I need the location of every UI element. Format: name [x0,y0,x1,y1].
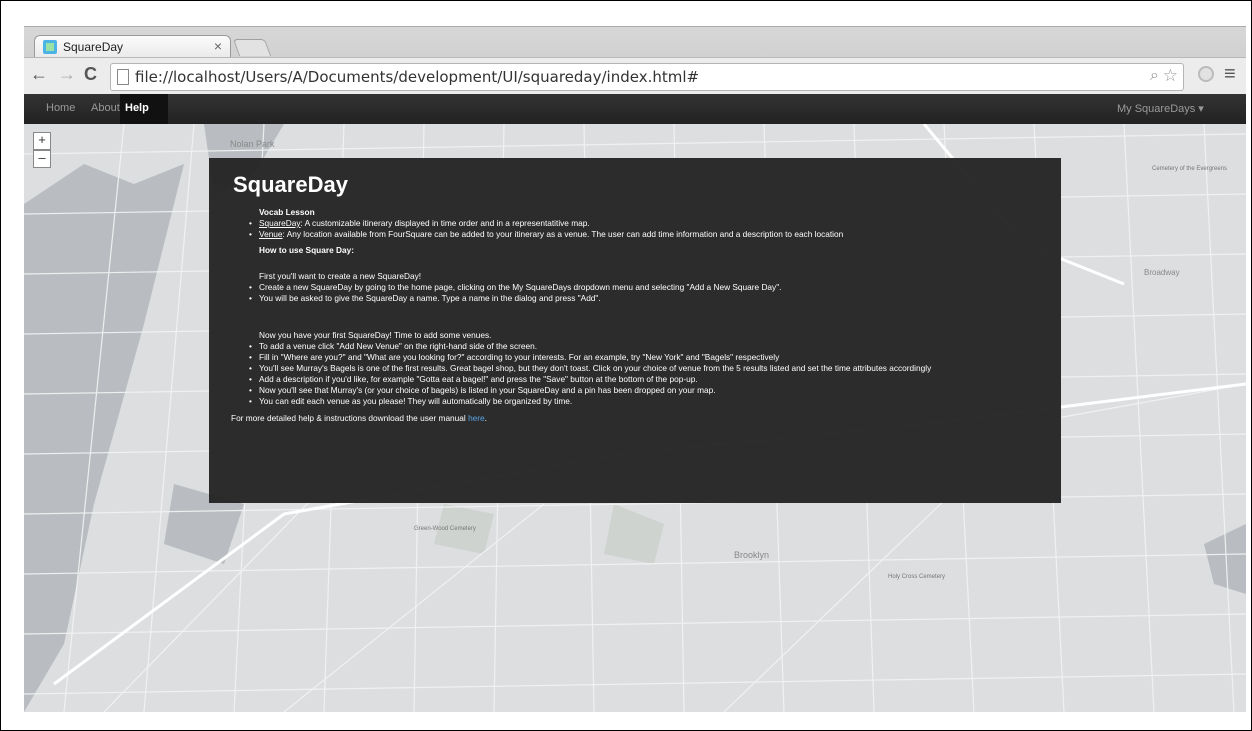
list-item: Venue: Any location available from FourS… [249,229,1041,240]
list-item: Add a description if you'd like, for exa… [249,374,1041,385]
nav-about[interactable]: About [91,102,120,114]
favicon-icon [43,40,57,54]
list-item: Create a new SquareDay by going to the h… [249,282,1041,293]
map-label: Brooklyn [734,550,770,560]
footer-text: For more detailed help & instructions do… [231,413,469,423]
map-label: Cemetery of the Evergreens [1152,166,1228,172]
back-icon[interactable]: ← [30,64,48,85]
map-label: Broadway [1144,268,1180,277]
address-bar[interactable]: file://localhost/Users/A/Documents/devel… [110,63,1184,91]
page-icon [117,69,129,85]
help-footer: For more detailed help & instructions do… [231,413,1041,424]
zoom-in-button[interactable]: + [33,132,51,150]
vocab-heading: Vocab Lesson [259,207,315,217]
steps-list: To add a venue click "Add New Venue" on … [233,341,1041,407]
map-label: Green-Wood Cemetery [414,526,476,532]
search-icon[interactable]: ⌕ [1150,67,1159,85]
list-item: Fill in "Where are you?" and "What are y… [249,352,1041,363]
footer-end: . [484,413,487,423]
map-label: Holy Cross Cemetery [888,574,946,580]
help-title: SquareDay [233,172,348,197]
url-text[interactable]: file://localhost/Users/A/Documents/devel… [135,68,699,86]
list-item: You can edit each venue as you please! T… [249,396,1041,407]
list-item: SquareDay: A customizable itinerary disp… [249,218,1041,229]
howto-heading: How to use Square Day: [259,245,354,255]
reload-icon[interactable]: C [84,64,97,85]
list-item: Now you'll see that Murray's (or your ch… [249,385,1041,396]
browser-chrome: SquareDay × ← → C file://localhost/Users… [24,26,1246,96]
vocab-text: : Any location available from FourSquare… [282,229,844,239]
vocab-text: : A customizable itinerary displayed in … [300,218,590,228]
vocab-term: SquareDay [259,218,301,228]
vocab-term: Venue [259,229,283,239]
help-body: Vocab Lesson SquareDay: A customizable i… [231,207,1041,424]
zoom-out-button[interactable]: – [33,150,51,168]
manual-link[interactable]: here [468,413,485,423]
tab-close-icon[interactable]: × [214,38,222,54]
help-panel: SquareDay Vocab Lesson SquareDay: A cust… [209,158,1061,503]
list-item: You'll see Murray's Bagels is one of the… [249,363,1041,374]
new-tab-button[interactable] [232,39,272,56]
list-item: To add a venue click "Add New Venue" on … [249,341,1041,352]
menu-icon[interactable]: ≡ [1224,63,1236,86]
app-navbar: Home About Help My SquareDays ▾ [24,94,1246,124]
browser-tab[interactable]: SquareDay × [34,35,231,58]
my-squaredays-dropdown[interactable]: My SquareDays ▾ [1117,102,1204,115]
intro-text: Now you have your first SquareDay! Time … [259,330,492,340]
nav-help[interactable]: Help [120,94,168,124]
tab-title: SquareDay [63,40,124,54]
nav-help-label: Help [125,102,149,114]
intro-text: First you'll want to create a new Square… [259,271,422,281]
bookmark-star-icon[interactable]: ☆ [1163,66,1178,86]
list-item: You will be asked to give the SquareDay … [249,293,1041,304]
forward-icon[interactable]: → [58,64,76,85]
map-label: Nolan Park [230,139,275,149]
steps-list: Create a new SquareDay by going to the h… [233,282,1041,304]
map[interactable]: + – Nolan Park Green-Wood Cemetery Holy … [24,124,1246,712]
browser-toolbar: ← → C file://localhost/Users/A/Documents… [24,57,1246,96]
vocab-list: SquareDay: A customizable itinerary disp… [233,218,1041,240]
nav-home[interactable]: Home [46,102,75,114]
extension-icon[interactable] [1198,66,1214,82]
